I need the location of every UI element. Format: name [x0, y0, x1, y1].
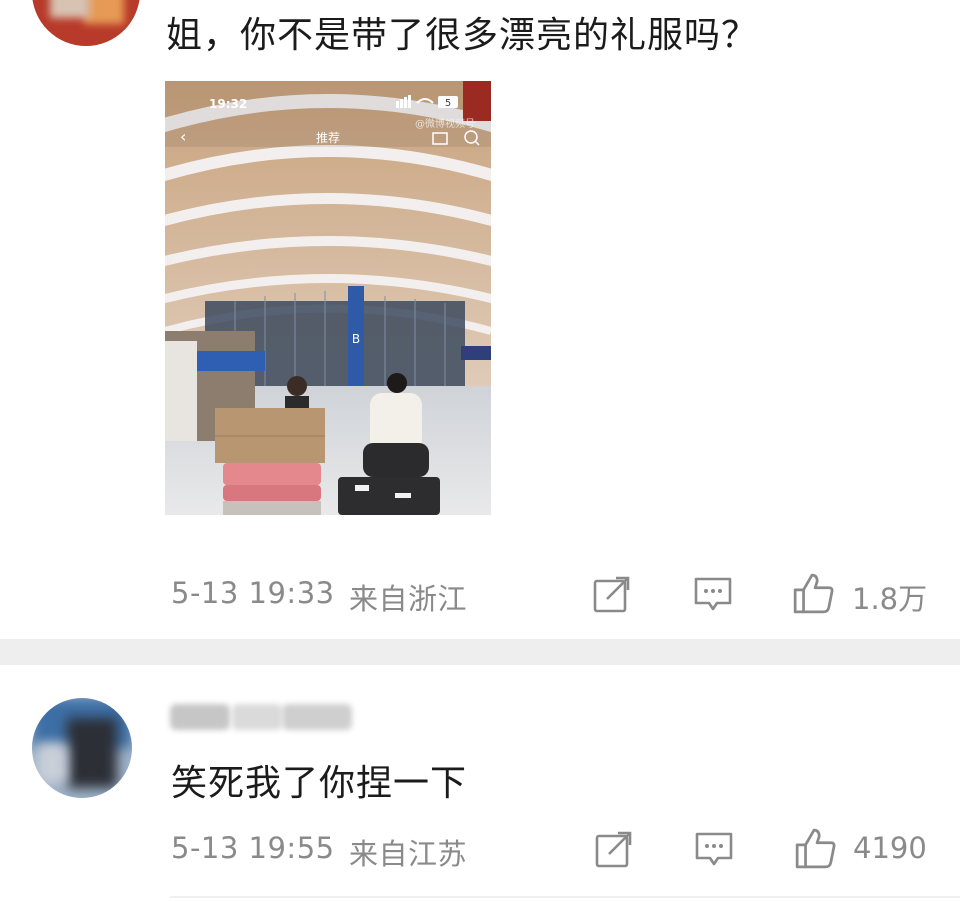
airport-photo: B 19:32 5 ‹ 推荐 @微博视频号 [165, 81, 491, 515]
like-count: 1.8万 [852, 582, 928, 616]
status-battery: 5 [445, 98, 451, 109]
gate-label: B [352, 332, 360, 346]
avatar[interactable] [32, 698, 132, 798]
comment-text: 姐，你不是带了很多漂亮的礼服吗？ [166, 15, 759, 56]
section-divider [0, 639, 960, 665]
nav-title: 推荐 [316, 131, 340, 145]
like-count: 4190 [853, 831, 927, 865]
repost-icon[interactable] [594, 829, 634, 873]
like-icon[interactable] [794, 827, 836, 873]
comment-timestamp: 5-13 19:33 [171, 576, 335, 610]
status-time: 19:32 [209, 97, 247, 111]
comment-location: 来自浙江 [349, 582, 468, 616]
like-icon[interactable] [792, 572, 834, 618]
avatar[interactable] [32, 0, 140, 46]
repost-icon[interactable] [592, 574, 632, 618]
comment-text: 笑死我了你捏一下 [171, 763, 468, 804]
back-icon: ‹ [180, 127, 186, 146]
watermark: @微博视频号 [415, 117, 475, 130]
comment-image[interactable]: B 19:32 5 ‹ 推荐 @微博视频号 [165, 81, 491, 515]
username[interactable] [170, 702, 360, 732]
comment-timestamp: 5-13 19:55 [171, 831, 335, 865]
comment-icon[interactable] [694, 829, 734, 873]
bottom-divider [170, 896, 960, 898]
comment-location: 来自江苏 [349, 837, 468, 871]
comment-icon[interactable] [693, 574, 733, 618]
